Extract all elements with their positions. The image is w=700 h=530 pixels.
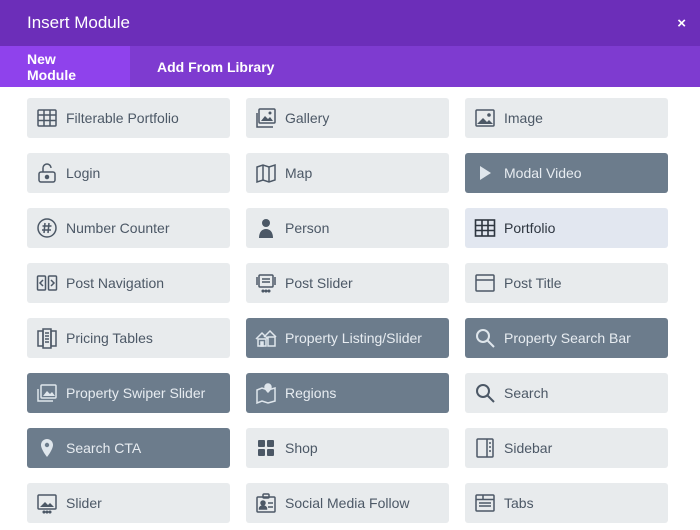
module-label: Social Media Follow xyxy=(285,495,410,511)
module-label: Property Listing/Slider xyxy=(285,330,422,346)
module-item[interactable]: Gallery xyxy=(246,98,449,138)
module-grid: Filterable Portfolio Gallery Image Login Map… xyxy=(27,98,668,523)
play-icon xyxy=(474,162,496,184)
portfolio-grid-icon xyxy=(474,217,496,239)
shop-grid-icon xyxy=(255,437,277,459)
module-label: Gallery xyxy=(285,110,330,126)
module-label: Number Counter xyxy=(66,220,170,236)
module-item[interactable]: Pricing Tables xyxy=(27,318,230,358)
module-item[interactable]: Number Counter xyxy=(27,208,230,248)
pricing-tables-icon xyxy=(36,327,58,349)
module-item[interactable]: Search xyxy=(465,373,668,413)
tab-add-from-library[interactable]: Add From Library xyxy=(130,46,302,87)
module-label: Sidebar xyxy=(504,440,553,456)
sidebar-icon xyxy=(474,437,496,459)
search-icon xyxy=(474,327,496,349)
regions-map-icon xyxy=(255,382,277,404)
module-item[interactable]: Slider xyxy=(27,483,230,523)
map-pin-icon xyxy=(36,437,58,459)
module-item[interactable]: Property Swiper Slider xyxy=(27,373,230,413)
module-label: Regions xyxy=(285,385,337,401)
module-item[interactable]: Social Media Follow xyxy=(246,483,449,523)
post-navigation-icon xyxy=(36,272,58,294)
module-item[interactable]: Login xyxy=(27,153,230,193)
module-item[interactable]: Filterable Portfolio xyxy=(27,98,230,138)
tab-new-module[interactable]: New Module xyxy=(0,46,130,87)
module-item[interactable]: Map xyxy=(246,153,449,193)
map-icon xyxy=(255,162,277,184)
module-item[interactable]: Sidebar xyxy=(465,428,668,468)
tabs-icon xyxy=(474,492,496,514)
post-title-icon xyxy=(474,272,496,294)
number-counter-icon xyxy=(36,217,58,239)
module-item[interactable]: Property Listing/Slider xyxy=(246,318,449,358)
module-label: Post Title xyxy=(504,275,562,291)
person-icon xyxy=(255,217,277,239)
module-label: Post Navigation xyxy=(66,275,165,291)
slider-icon xyxy=(36,492,58,514)
filterable-portfolio-icon xyxy=(36,107,58,129)
social-follow-icon xyxy=(255,492,277,514)
dialog-header: Insert Module × xyxy=(0,0,700,46)
module-label: Post Slider xyxy=(285,275,353,291)
module-item[interactable]: Modal Video xyxy=(465,153,668,193)
module-item[interactable]: Person xyxy=(246,208,449,248)
module-label: Property Swiper Slider xyxy=(66,385,206,401)
module-label: Person xyxy=(285,220,330,236)
module-item[interactable]: Portfolio xyxy=(465,208,668,248)
module-item[interactable]: Property Search Bar xyxy=(465,318,668,358)
module-label: Search xyxy=(504,385,549,401)
swiper-slider-icon xyxy=(36,382,58,404)
tab-bar: New Module Add From Library xyxy=(0,46,700,87)
module-item[interactable]: Post Title xyxy=(465,263,668,303)
module-label: Tabs xyxy=(504,495,534,511)
module-label: Search CTA xyxy=(66,440,142,456)
module-item[interactable]: Search CTA xyxy=(27,428,230,468)
module-item[interactable]: Regions xyxy=(246,373,449,413)
login-lock-icon xyxy=(36,162,58,184)
module-label: Image xyxy=(504,110,543,126)
module-label: Pricing Tables xyxy=(66,330,153,346)
module-item[interactable]: Tabs xyxy=(465,483,668,523)
module-item[interactable]: Shop xyxy=(246,428,449,468)
search-icon xyxy=(474,382,496,404)
module-label: Modal Video xyxy=(504,165,582,181)
module-item[interactable]: Image xyxy=(465,98,668,138)
image-icon xyxy=(474,107,496,129)
module-label: Property Search Bar xyxy=(504,330,631,346)
module-label: Slider xyxy=(66,495,102,511)
gallery-icon xyxy=(255,107,277,129)
module-item[interactable]: Post Navigation xyxy=(27,263,230,303)
property-listing-icon xyxy=(255,327,277,349)
module-label: Shop xyxy=(285,440,318,456)
insert-module-dialog: Insert Module × New Module Add From Libr… xyxy=(0,0,700,530)
module-label: Map xyxy=(285,165,313,181)
module-item[interactable]: Post Slider xyxy=(246,263,449,303)
module-label: Portfolio xyxy=(504,220,556,236)
dialog-title: Insert Module xyxy=(27,13,130,32)
module-label: Filterable Portfolio xyxy=(66,110,179,126)
module-label: Login xyxy=(66,165,101,181)
post-slider-icon xyxy=(255,272,277,294)
close-icon[interactable]: × xyxy=(677,15,686,32)
